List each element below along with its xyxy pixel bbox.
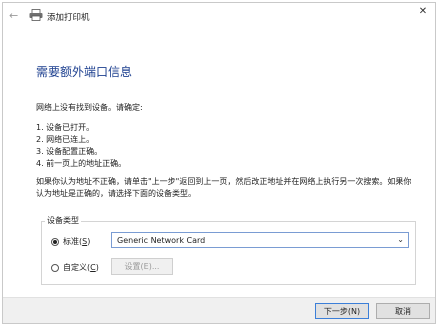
printer-icon [29,9,43,21]
intro-text: 网络上没有找到设备。请确定: [36,103,143,112]
checklist: 1. 设备已打开。 2. 网络已连上。 3. 设备配置正确。 4. 前一页上的地… [36,122,126,170]
wizard-title: 添加打印机 [47,13,90,23]
checklist-item: 4. 前一页上的地址正确。 [36,159,127,168]
device-type-group [41,221,416,285]
instruction-paragraph: 如果你认为地址不正确，请单击"上一步"返回到上一页，然后改正地址并在网络上执行另… [36,177,412,198]
radio-selected-dot [53,239,57,244]
checklist-item: 3. 设备配置正确。 [36,147,103,156]
close-button[interactable]: ✕ [411,3,435,19]
device-type-group-label: 设备类型 [45,215,81,226]
custom-radio[interactable] [51,263,59,272]
settings-button[interactable]: 设置(E)... [111,258,173,275]
checklist-item: 1. 设备已打开。 [36,123,95,132]
close-icon: ✕ [418,5,428,17]
device-type-select[interactable]: Generic Network Card ⌄ [111,232,409,248]
add-printer-dialog: ✕ ← 添加打印机 需要额外端口信息 网络上没有找到设备。请确定: 1. 设备已… [2,2,436,324]
back-arrow-icon[interactable]: ← [9,9,18,22]
custom-radio-option[interactable]: 自定义(C) [51,262,99,273]
standard-radio[interactable] [51,237,59,246]
next-button[interactable]: 下一步(N) [315,303,369,319]
chevron-down-icon: ⌄ [397,235,404,244]
dialog-footer: 下一步(N) 取消 [3,297,435,323]
device-type-select-value: Generic Network Card [117,235,206,245]
standard-radio-option[interactable]: 标准(S) [51,236,90,247]
page-heading: 需要额外端口信息 [36,65,133,79]
checklist-item: 2. 网络已连上。 [36,135,95,144]
cancel-button[interactable]: 取消 [376,303,430,319]
custom-radio-label: 自定义(C) [63,263,99,272]
standard-radio-label: 标准(S) [63,237,91,246]
